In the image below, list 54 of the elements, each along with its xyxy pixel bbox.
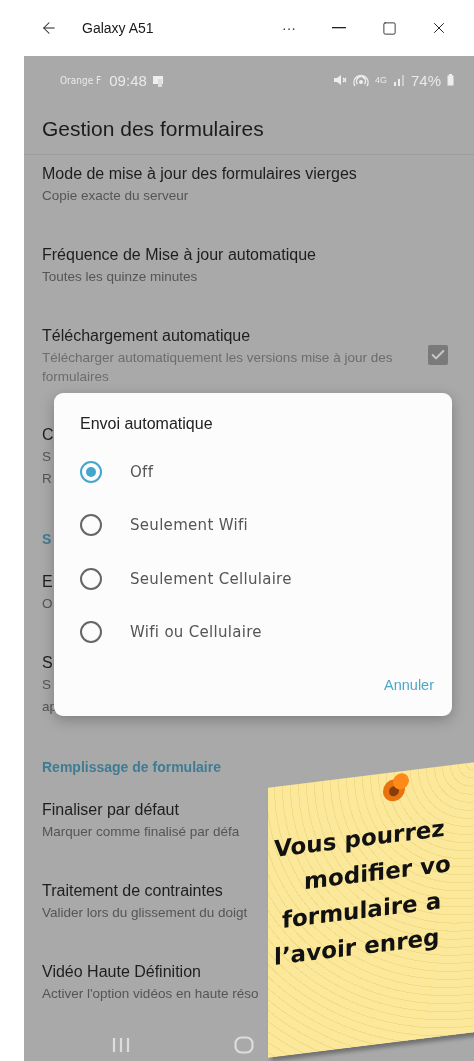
setting-title: Mode de mise à jour des formulaires vierges bbox=[42, 165, 357, 183]
screen-title: Gestion des formulaires bbox=[42, 117, 264, 141]
setting-summary: Marquer comme finalisé par défa bbox=[42, 823, 240, 841]
setting-row[interactable]: Mode de mise à jour des formulaires vierges Copie exacte du serveur bbox=[42, 159, 357, 240]
setting-title: Fréquence de Mise à jour automatique bbox=[42, 246, 316, 264]
setting-title: S bbox=[42, 654, 53, 672]
radio-button[interactable] bbox=[80, 567, 102, 590]
setting-summary: Copie exacte du serveur bbox=[42, 187, 189, 205]
setting-summary: Activer l'option vidéos en haute réso bbox=[42, 985, 259, 1003]
setting-title: Traitement de contraintes bbox=[42, 882, 223, 900]
setting-row[interactable]: C S R bbox=[42, 420, 54, 519]
checkbox[interactable] bbox=[428, 345, 448, 365]
hotspot-icon bbox=[352, 73, 369, 87]
radio-option[interactable]: Seulement Cellulaire bbox=[80, 552, 434, 606]
section-header: S bbox=[42, 531, 52, 547]
setting-summary: R bbox=[42, 470, 52, 488]
window-title: Galaxy A51 bbox=[82, 20, 155, 36]
signal-icon bbox=[392, 74, 405, 86]
dialog-title: Envoi automatique bbox=[80, 415, 214, 433]
section-header: Remplissage de formulaire bbox=[42, 759, 221, 775]
setting-summary: S bbox=[42, 676, 51, 694]
radio-option[interactable]: Seulement Wifi bbox=[80, 498, 434, 552]
setting-summary: S bbox=[42, 448, 51, 466]
setting-row[interactable]: Vidéo Haute Définition Activer l'option vidéos en haute réso bbox=[42, 957, 259, 1003]
network-type: 4G bbox=[374, 75, 387, 85]
radio-button[interactable] bbox=[80, 514, 102, 537]
setting-summary: Télécharger automatiquement les versions mise à jour des formulaires bbox=[42, 349, 394, 386]
radio-button[interactable] bbox=[80, 621, 102, 644]
radio-button[interactable] bbox=[80, 460, 102, 483]
setting-row[interactable]: E O bbox=[42, 567, 53, 648]
carrier-name: Orange F bbox=[60, 74, 102, 86]
maximize-icon bbox=[381, 20, 397, 36]
battery-icon bbox=[447, 74, 454, 86]
setting-summary: O bbox=[42, 595, 53, 613]
radio-option[interactable]: Off bbox=[80, 445, 434, 499]
clock: 09:48 bbox=[109, 71, 147, 89]
setting-row[interactable]: Finaliser par défaut Marquer comme finalisé par défa bbox=[42, 795, 240, 876]
battery-level: 74% bbox=[410, 71, 441, 89]
setting-row[interactable]: Fréquence de Mise à jour automatique Toutes les quinze minutes bbox=[42, 240, 316, 321]
setting-row[interactable]: Traitement de contraintes Valider lors du glissement du doigt bbox=[42, 876, 248, 957]
radio-option[interactable]: Wifi ou Cellulaire bbox=[80, 605, 434, 659]
setting-title: Finaliser par défaut bbox=[42, 801, 179, 819]
minimize-icon bbox=[332, 27, 346, 29]
setting-summary: Toutes les quinze minutes bbox=[42, 268, 198, 286]
setting-title: Téléchargement automatique bbox=[42, 327, 251, 345]
home-icon[interactable] bbox=[234, 1036, 254, 1054]
setting-summary: Valider lors du glissement du doigt bbox=[42, 904, 248, 922]
setting-title: E bbox=[42, 573, 53, 591]
setting-title: C bbox=[42, 426, 54, 444]
back-button[interactable] bbox=[40, 19, 58, 37]
recent-apps-icon[interactable] bbox=[112, 1037, 130, 1053]
setting-title: Vidéo Haute Définition bbox=[42, 963, 201, 981]
more-button[interactable]: ··· bbox=[264, 20, 314, 36]
mute-icon bbox=[332, 74, 347, 86]
